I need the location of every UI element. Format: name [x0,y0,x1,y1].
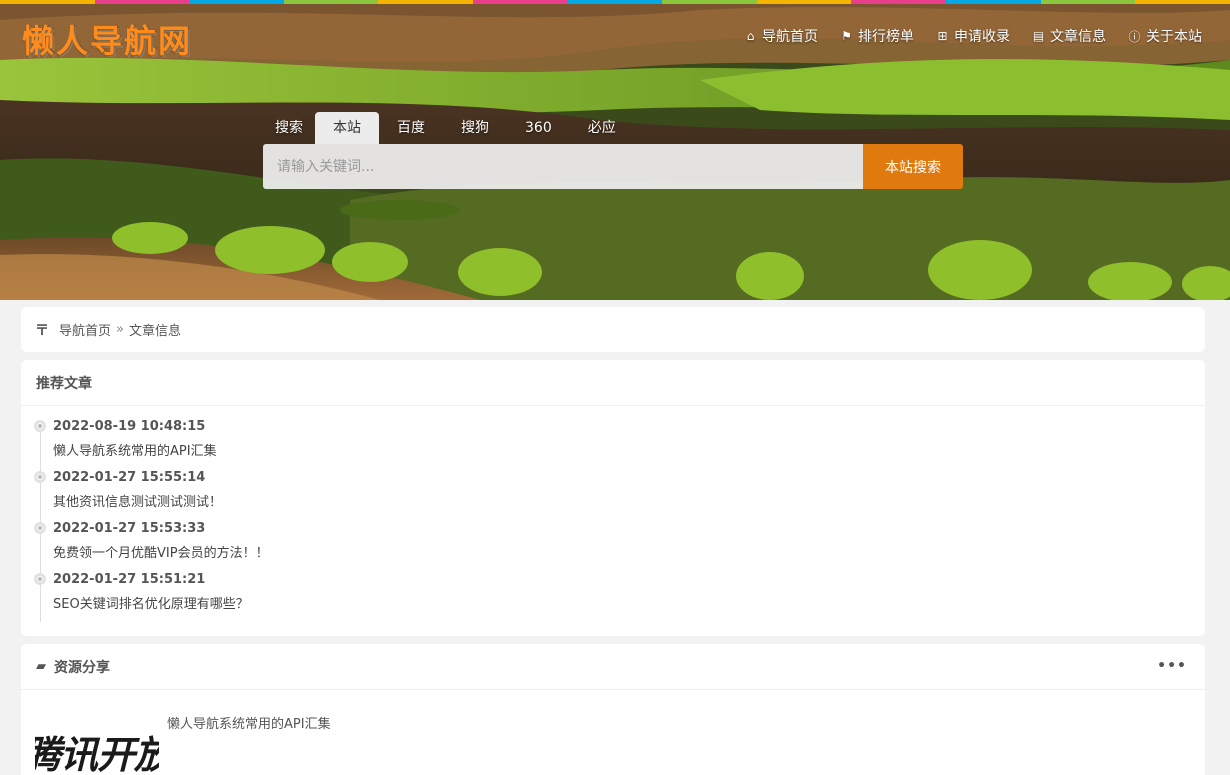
tab-360[interactable]: 360 [507,112,570,144]
breadcrumb-home[interactable]: 导航首页 [59,320,111,339]
article-link[interactable]: SEO关键词排名优化原理有哪些？ [53,596,249,614]
stripe-segment [851,0,947,4]
nav-label: 文章信息 [1050,29,1106,45]
search-input[interactable] [263,144,863,189]
nav-ranking[interactable]: ⚑ 排行榜单 [840,26,914,46]
timeline-dot-icon [34,573,46,585]
info-circle-icon: ⓘ [1128,29,1141,44]
list-item[interactable]: 2022-01-27 15:53:33 免费领一个月优酷VIP会员的方法！！ [34,520,269,563]
stripe-segment [1135,0,1230,4]
breadcrumb-current: 文章信息 [128,324,181,339]
timeline-line [40,420,41,622]
tab-site[interactable]: 本站 [315,112,379,144]
thumbnail-text: 腾讯开放 [35,733,159,775]
tag-icon: 〒 [35,322,49,339]
timeline-dot-icon [34,522,46,534]
stripe-segment [1040,0,1136,4]
search-tabs-label: 搜索 [275,120,303,136]
timeline-dot-icon [34,420,46,432]
recommended-articles: 推荐文章 2022-08-19 10:48:15 懒人导航系统常用的API汇集 … [21,360,1205,636]
nav-label: 排行榜单 [858,29,914,45]
stripe-segment [662,0,757,4]
resource-thumbnail[interactable]: 腾讯开放 [35,724,159,775]
article-time: 2022-01-27 15:51:21 [53,572,206,587]
stripe-segment [283,0,379,4]
more-button[interactable]: ••• [1157,658,1187,674]
section-title: 推荐文章 [21,360,1205,406]
resource-share: ▰ 资源分享 ••• 腾讯开放 懒人导航系统常用的API汇集 [21,644,1205,775]
breadcrumb: 〒 导航首页 » 文章信息 [21,307,1205,352]
article-link[interactable]: 懒人导航系统常用的API汇集 [53,443,217,461]
stripe-segment [378,0,474,4]
stripe-segment [94,0,190,4]
hero-banner: 懒人导航网 ⌂ 导航首页 ⚑ 排行榜单 ⊞ 申请收录 ▤ 文章信息 ⓘ 关于本站 搜索 本… [0,0,1230,300]
article-link[interactable]: 其他资讯信息测试测试测试！ [53,494,222,512]
home-icon: ⌂ [746,29,755,43]
search-box: 本站搜索 [263,144,963,189]
plus-square-icon: ⊞ [937,29,948,43]
search-tabs: 搜索 本站 百度 搜狗 360 必应 [263,112,634,144]
search-button[interactable]: 本站搜索 [863,144,963,189]
list-item[interactable]: 2022-01-27 15:51:21 SEO关键词排名优化原理有哪些？ [34,571,249,614]
article-time: 2022-01-27 15:53:33 [53,521,206,536]
site-logo[interactable]: 懒人导航网 [22,16,192,62]
tab-baidu[interactable]: 百度 [379,112,443,144]
top-nav: ⌂ 导航首页 ⚑ 排行榜单 ⊞ 申请收录 ▤ 文章信息 ⓘ 关于本站 [744,26,1202,46]
nav-articles[interactable]: ▤ 文章信息 [1032,26,1106,46]
breadcrumb-separator: » [116,322,124,337]
flag-icon: ⚑ [841,29,852,43]
list-item[interactable]: 2022-08-19 10:48:15 懒人导航系统常用的API汇集 [34,418,217,461]
stripe-segment [946,0,1041,4]
nav-about[interactable]: ⓘ 关于本站 [1128,26,1202,46]
list-item[interactable]: 2022-01-27 15:55:14 其他资讯信息测试测试测试！ [34,469,222,512]
nav-label: 导航首页 [762,29,818,45]
color-stripe [0,0,1230,4]
stripe-segment [189,0,284,4]
stripe-segment [567,0,663,4]
stripe-segment [0,0,95,4]
book-icon: ▤ [1032,29,1045,43]
nav-label: 申请收录 [954,29,1010,45]
nav-label: 关于本站 [1146,29,1202,45]
stripe-segment [756,0,852,4]
article-time: 2022-01-27 15:55:14 [53,470,206,485]
tab-sogou[interactable]: 搜狗 [443,112,507,144]
tab-bing[interactable]: 必应 [570,112,634,144]
section-title: 资源分享 [54,659,110,676]
folder-open-icon: ▰ [36,659,46,674]
nav-home[interactable]: ⌂ 导航首页 [744,26,818,46]
section-header: ▰ 资源分享 [21,644,1205,690]
article-time: 2022-08-19 10:48:15 [53,419,206,434]
timeline-dot-icon [34,471,46,483]
resource-link[interactable]: 懒人导航系统常用的API汇集 [167,713,331,732]
article-link[interactable]: 免费领一个月优酷VIP会员的方法！！ [53,545,269,563]
stripe-segment [473,0,568,4]
nav-submit[interactable]: ⊞ 申请收录 [936,26,1010,46]
